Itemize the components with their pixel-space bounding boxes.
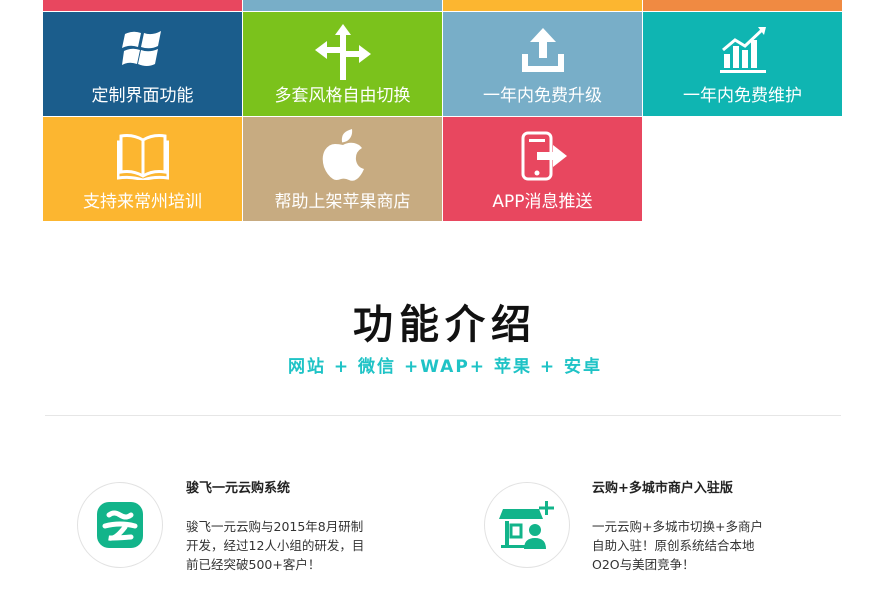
open-book-icon xyxy=(43,132,242,180)
tile-label: 多套风格自由切换 xyxy=(274,86,411,106)
windows-icon xyxy=(43,28,242,70)
storefront-user-icon xyxy=(499,501,554,549)
tile-label: 支持来常州培训 xyxy=(83,192,202,212)
signpost-arrows-icon xyxy=(243,24,442,80)
tile-app-store[interactable]: 帮助上架苹果商店 xyxy=(243,117,442,221)
tile-training[interactable]: 支持来常州培训 xyxy=(43,117,242,221)
phone-exit-icon xyxy=(443,131,642,183)
upload-icon xyxy=(443,28,642,74)
divider xyxy=(45,415,841,416)
tile-style-switch[interactable]: 多套风格自由切换 xyxy=(243,12,442,116)
tile-partial-3[interactable] xyxy=(443,0,642,11)
bar-chart-icon xyxy=(643,26,842,74)
tile-free-upgrade[interactable]: 一年内免费升级 xyxy=(443,12,642,116)
tile-label: 一年内免费维护 xyxy=(683,86,802,106)
tile-label: 帮助上架苹果商店 xyxy=(274,192,411,212)
tile-partial-4[interactable] xyxy=(643,0,842,11)
tile-label: 一年内免费升级 xyxy=(483,86,602,106)
feature-icon-circle xyxy=(77,482,163,568)
tile-free-maintenance[interactable]: 一年内免费维护 xyxy=(643,12,842,116)
tile-partial-1[interactable] xyxy=(43,0,242,11)
tile-push[interactable]: APP消息推送 xyxy=(443,117,642,221)
tile-partial-2[interactable] xyxy=(243,0,442,11)
section-subtitle: 网站 + 微信 +WAP+ 苹果 + 安卓 xyxy=(287,357,603,377)
cloud-yun-icon xyxy=(97,502,143,548)
feature-icon-circle xyxy=(484,482,570,568)
feature-description: 骏飞一元云购与2015年8月研制 开发，经过12人小组的研发，目 前已经突破50… xyxy=(186,519,365,572)
tile-label: 定制界面功能 xyxy=(91,86,194,106)
feature-description: 一元云购+多城市切换+多商户 自助入驻！原创系统结合本地 O2O与美团竞争！ xyxy=(592,519,763,572)
feature-title: 骏飞一元云购系统 xyxy=(186,481,291,496)
feature-title: 云购+多城市商户入驻版 xyxy=(592,481,733,496)
tile-label: APP消息推送 xyxy=(492,192,593,212)
section-title: 功能介绍 xyxy=(353,301,537,348)
apple-icon xyxy=(243,129,442,181)
tile-custom-ui[interactable]: 定制界面功能 xyxy=(43,12,242,116)
